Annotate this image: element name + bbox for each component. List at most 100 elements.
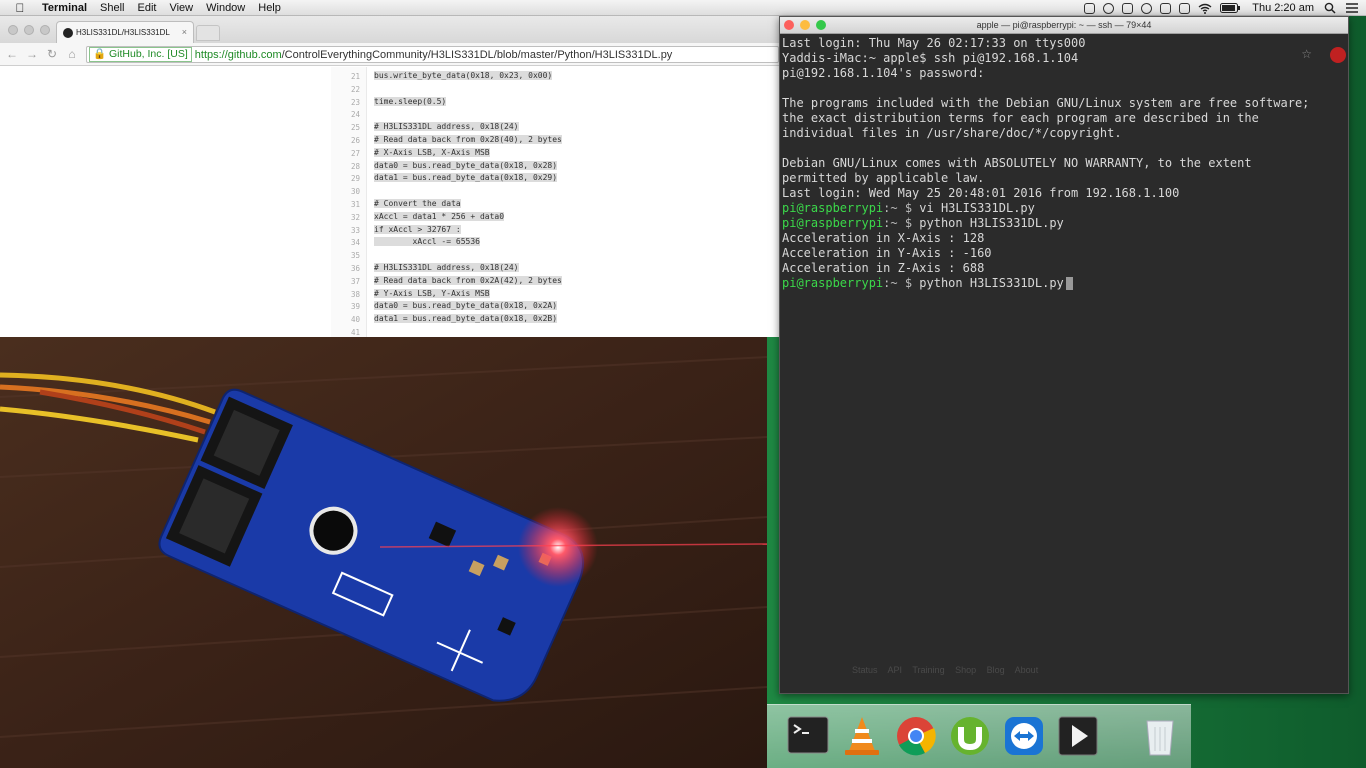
vlc-icon[interactable]: [839, 713, 885, 759]
desktop:  Terminal Shell Edit View Window Help T…: [0, 0, 1366, 768]
terminal-output[interactable]: Last login: Thu May 26 02:17:33 on ttys0…: [782, 36, 1342, 691]
apple-menu-icon[interactable]: : [12, 1, 28, 15]
prompt-path: :~ $: [883, 276, 913, 290]
browser-minimize-button[interactable]: [24, 25, 34, 35]
output-z-axis: Acceleration in Z-Axis : 688: [782, 261, 985, 275]
code-line: # Convert the data: [374, 199, 461, 209]
code-line: data1 = bus.read_byte_data(0x18, 0x2B): [374, 314, 558, 324]
forward-icon[interactable]: →: [24, 47, 40, 61]
line-number: 26: [350, 136, 360, 145]
terminal-icon[interactable]: [785, 713, 831, 759]
line-number: 34: [350, 238, 360, 248]
code-line: data1 = bus.read_byte_data(0x18, 0x29): [374, 173, 558, 183]
terminal-line: The programs included with the Debian GN…: [782, 96, 1310, 110]
browser-zoom-button[interactable]: [40, 25, 50, 35]
line-number: 39: [350, 302, 360, 312]
status-record-icon[interactable]: [1141, 2, 1153, 14]
code-line-text: # H3LIS331DL address, 0x18(24): [374, 122, 519, 132]
output-y-axis: Acceleration in Y-Axis : -160: [782, 246, 992, 260]
code-line-text: # Convert the data: [374, 199, 461, 208]
code-line: # H3LIS331DL address, 0x18(24): [374, 122, 519, 132]
new-tab-button[interactable]: [196, 25, 220, 41]
sensor-photo: [0, 337, 767, 768]
code-line-text: data0 = bus.read_byte_data(0x18, 0x28): [374, 160, 558, 170]
status-app-icon[interactable]: [1122, 2, 1134, 14]
line-number: 32: [350, 212, 360, 222]
line-number: 23: [350, 97, 360, 107]
line-number: 33: [350, 225, 360, 235]
terminal-title-bar[interactable]: apple — pi@raspberrypi: ~ — ssh — 79×44: [780, 17, 1348, 34]
code-line-text: # X-Axis LSB, X-Axis MSB: [374, 147, 490, 157]
browser-toolbar: ← → ↻ ⌂ 🔒 GitHub, Inc. [US] https://gith…: [0, 43, 779, 66]
browser-close-button[interactable]: [8, 25, 18, 35]
menu-clock[interactable]: Thu 2:20 am: [1252, 2, 1314, 14]
menu-help[interactable]: Help: [258, 2, 281, 14]
tab-close-icon[interactable]: ×: [182, 27, 187, 37]
menu-edit[interactable]: Edit: [138, 2, 157, 14]
terminal-line: Last login: Wed May 25 20:48:01 2016 fro…: [782, 186, 1180, 200]
teamviewer-icon[interactable]: [1001, 713, 1047, 759]
code-line-text: # Y-Axis LSB, Y-Axis MSB: [374, 288, 490, 298]
code-line-text: bus.write_byte_data(0x18, 0x23, 0x00): [374, 71, 553, 80]
code-line: # Read data back from 0x2A(42), 2 bytes: [374, 275, 562, 286]
utorrent-icon[interactable]: [947, 713, 993, 759]
battery-icon[interactable]: [1220, 3, 1241, 13]
terminal-zoom-button[interactable]: [816, 20, 826, 30]
ghost-link: Status: [852, 665, 878, 675]
line-number: 27: [350, 148, 360, 158]
home-icon[interactable]: ⌂: [64, 47, 80, 61]
code-line: xAccl -= 65536: [374, 237, 480, 247]
tab-title: H3LIS331DL/H3LIS331DL: [76, 28, 170, 37]
line-number: 25: [350, 123, 360, 133]
ev-certificate-badge[interactable]: 🔒 GitHub, Inc. [US]: [89, 47, 192, 62]
status-check-icon[interactable]: [1084, 2, 1096, 14]
url-path: /ControlEverythingCommunity/H3LIS331DL/b…: [281, 48, 673, 61]
url-host: https://github.com: [194, 48, 282, 61]
code-line-text: xAccl = data1 * 256 + data0: [374, 211, 505, 221]
code-line: # H3LIS331DL address, 0x18(24): [374, 263, 519, 273]
terminal-line: Debian GNU/Linux comes with ABSOLUTELY N…: [782, 156, 1252, 170]
code-line: if xAccl > 32767 :: [374, 224, 461, 235]
command-text: vi H3LIS331DL.py: [912, 201, 1035, 215]
tab-active[interactable]: H3LIS331DL/H3LIS331DL ×: [56, 21, 194, 43]
menu-window[interactable]: Window: [206, 2, 245, 14]
terminal-window[interactable]: apple — pi@raspberrypi: ~ — ssh — 79×44 …: [779, 16, 1349, 694]
trash-icon[interactable]: [1137, 713, 1183, 759]
menu-shell[interactable]: Shell: [100, 2, 124, 14]
wifi-icon[interactable]: [1198, 3, 1212, 14]
code-line: data0 = bus.read_byte_data(0x18, 0x28): [374, 160, 558, 171]
ev-badge-label: GitHub, Inc. [US]: [109, 48, 188, 60]
menu-view[interactable]: View: [169, 2, 193, 14]
prompt-user: pi@raspberrypi: [782, 201, 884, 215]
terminal-close-button[interactable]: [784, 20, 794, 30]
extension-icon: [1330, 47, 1346, 63]
notification-center-icon[interactable]: [1346, 3, 1358, 13]
line-number: 38: [350, 289, 360, 299]
line-number: 28: [350, 161, 360, 171]
line-number: 21: [350, 72, 360, 81]
address-bar[interactable]: 🔒 GitHub, Inc. [US] https://github.com/C…: [86, 46, 779, 63]
line-number: 35: [350, 251, 360, 261]
ghost-link: Training: [912, 665, 945, 675]
terminal-minimize-button[interactable]: [800, 20, 810, 30]
menu-terminal[interactable]: Terminal: [42, 2, 87, 14]
code-line-text: # Read data back from 0x28(40), 2 bytes: [374, 135, 562, 144]
code-line-text: # Read data back from 0x2A(42), 2 bytes: [374, 275, 562, 285]
chrome-icon[interactable]: [893, 713, 939, 759]
terminal-line: Last login: Thu May 26 02:17:33 on ttys0…: [782, 36, 1086, 50]
github-icon: [63, 27, 73, 38]
ghost-link: API: [887, 665, 903, 675]
line-number: 31: [350, 200, 360, 209]
search-icon[interactable]: [1324, 2, 1336, 14]
status-flag-icon[interactable]: [1179, 2, 1191, 14]
terminal-line: Yaddis-iMac:~ apple$ ssh pi@192.168.1.10…: [782, 51, 1079, 65]
code-line: xAccl = data1 * 256 + data0: [374, 211, 505, 222]
status-mail-icon[interactable]: [1160, 2, 1172, 14]
back-icon[interactable]: ←: [4, 47, 20, 61]
reload-icon[interactable]: ↻: [44, 47, 60, 61]
code-line-text: if xAccl > 32767 :: [374, 224, 461, 234]
quicktime-icon[interactable]: [1055, 713, 1101, 759]
terminal-line: permitted by applicable law.: [782, 171, 985, 185]
status-sync-icon[interactable]: [1103, 2, 1115, 14]
line-number: 30: [350, 187, 360, 197]
